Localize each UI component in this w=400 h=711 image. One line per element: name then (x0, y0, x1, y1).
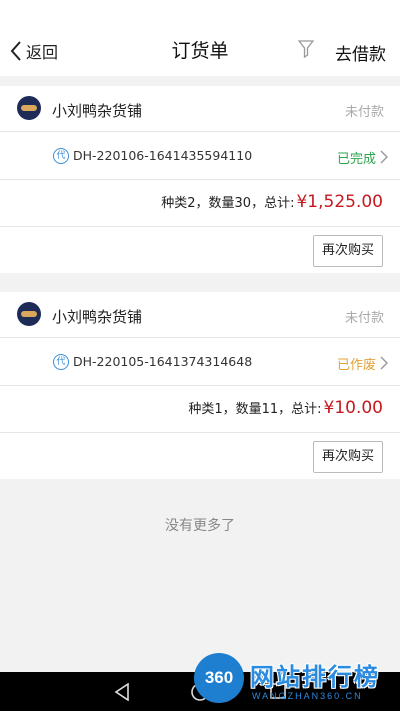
proxy-badge: 代 (53, 148, 69, 164)
order-total: ¥10.00 (323, 398, 383, 418)
payment-status: 未付款 (344, 311, 384, 326)
order-row[interactable]: 代 DH-220105-1641374314648 已作废 (0, 338, 400, 386)
watermark-subtext: WANGZHAN360.CN (252, 691, 363, 701)
order-status: 已作废 (336, 358, 376, 373)
watermark-text: 网站排行榜 (250, 663, 380, 691)
action-row: 再次购买 (0, 433, 400, 479)
filter-icon[interactable] (298, 40, 314, 58)
order-card: 小刘鸭杂货铺 未付款 代 DH-220106-1641435594110 已完成… (0, 86, 400, 273)
shop-avatar (17, 302, 41, 326)
order-card: 小刘鸭杂货铺 未付款 代 DH-220105-1641374314648 已作废… (0, 292, 400, 479)
action-row: 再次购买 (0, 227, 400, 273)
watermark-logo: 360 (194, 653, 244, 703)
proxy-badge: 代 (53, 354, 69, 370)
payment-status: 未付款 (344, 105, 384, 120)
nav-back-icon[interactable] (114, 683, 130, 701)
watermark: 360 网站排行榜 WANGZHAN360.CN (194, 653, 400, 711)
shop-row[interactable]: 小刘鸭杂货铺 未付款 (0, 86, 400, 132)
no-more-text: 没有更多了 (165, 518, 235, 534)
shop-row[interactable]: 小刘鸭杂货铺 未付款 (0, 292, 400, 338)
summary-text: 种类2，数量30，总计: (161, 196, 295, 211)
order-row[interactable]: 代 DH-220106-1641435594110 已完成 (0, 132, 400, 180)
summary-text: 种类1，数量11，总计: (188, 402, 322, 417)
chevron-right-icon (380, 150, 388, 164)
shop-name: 小刘鸭杂货铺 (52, 308, 143, 326)
order-number: DH-220106-1641435594110 (73, 148, 253, 163)
go-borrow-button[interactable]: 去借款 (335, 40, 386, 65)
top-bar: 返回 订货单 去借款 (0, 0, 400, 76)
shop-avatar (17, 96, 41, 120)
order-summary: 种类1，数量11，总计: ¥10.00 (188, 398, 383, 418)
buy-again-button[interactable]: 再次购买 (313, 235, 383, 267)
order-status: 已完成 (336, 152, 376, 167)
order-summary-row: 种类1，数量11，总计: ¥10.00 (0, 386, 400, 433)
order-summary-row: 种类2，数量30，总计: ¥1,525.00 (0, 180, 400, 227)
order-number: DH-220105-1641374314648 (73, 354, 253, 369)
chevron-right-icon (380, 356, 388, 370)
buy-again-button[interactable]: 再次购买 (313, 441, 383, 473)
order-total: ¥1,525.00 (296, 192, 383, 212)
shop-name: 小刘鸭杂货铺 (52, 102, 143, 120)
order-summary: 种类2，数量30，总计: ¥1,525.00 (161, 192, 383, 212)
